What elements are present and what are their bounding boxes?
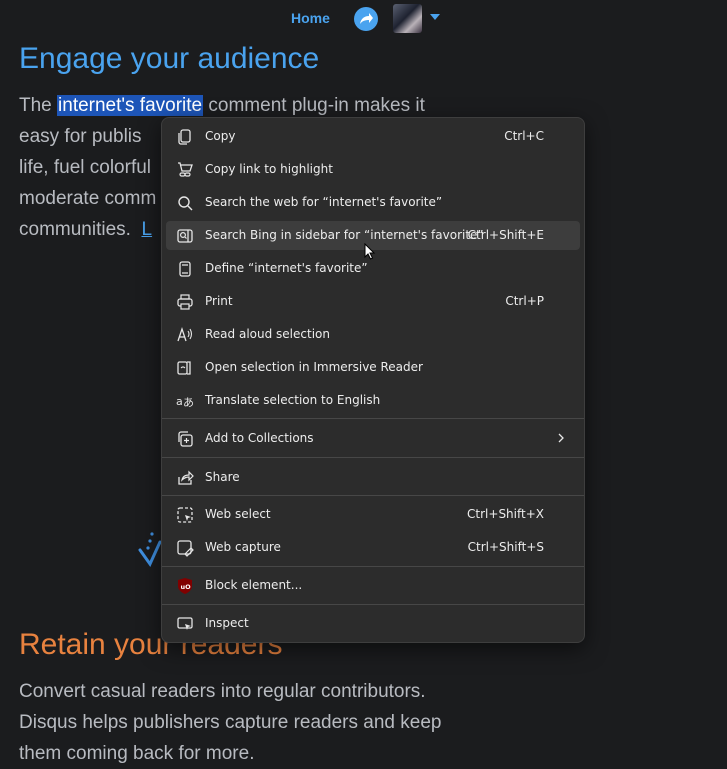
- sidebar-search-icon: [177, 229, 193, 243]
- menu-item-add-to-collections[interactable]: Add to Collections: [166, 424, 580, 453]
- menu-item-web-capture[interactable]: Web capture Ctrl+Shift+S: [166, 533, 580, 562]
- retain-paragraph: Convert casual readers into regular cont…: [19, 681, 442, 764]
- menu-item-label: Block element...: [205, 578, 303, 592]
- inspect-icon: [177, 617, 193, 630]
- web-capture-icon: [177, 540, 194, 557]
- search-icon: [178, 196, 193, 211]
- menu-item-shortcut: Ctrl+P: [505, 294, 544, 308]
- avatar[interactable]: [393, 4, 422, 33]
- menu-item-block-element[interactable]: uO Block element...: [166, 571, 580, 600]
- translate-icon: aあ: [176, 395, 194, 409]
- ublock-icon: uO: [178, 578, 192, 594]
- menu-item-label: Share: [205, 470, 240, 484]
- menu-item-label: Inspect: [205, 616, 249, 630]
- menu-separator: [162, 495, 584, 496]
- svg-text:uO: uO: [181, 583, 192, 591]
- immersive-reader-icon: [177, 361, 191, 375]
- menu-item-label: Define “internet's favorite”: [205, 261, 368, 275]
- menu-item-label: Print: [205, 294, 233, 308]
- menu-item-search-web[interactable]: Search the web for “internet's favorite”: [166, 188, 580, 217]
- para-text: life, fuel colorful: [19, 157, 152, 178]
- menu-item-share[interactable]: Share: [166, 463, 580, 492]
- printer-icon: [177, 294, 193, 310]
- menu-separator: [162, 566, 584, 567]
- collections-icon: [178, 431, 193, 447]
- menu-item-immersive-reader[interactable]: Open selection in Immersive Reader: [166, 353, 580, 382]
- menu-item-copy-link-highlight[interactable]: Copy link to highlight: [166, 155, 580, 184]
- menu-item-shortcut: Ctrl+Shift+S: [467, 540, 544, 554]
- learn-more-link[interactable]: L: [141, 219, 152, 240]
- context-menu: Copy Ctrl+C Copy link to highlight Searc…: [161, 117, 585, 643]
- menu-item-label: Copy link to highlight: [205, 162, 333, 176]
- menu-item-translate[interactable]: aあ Translate selection to English: [166, 386, 580, 415]
- para-text: communities.: [19, 219, 131, 240]
- menu-item-read-aloud[interactable]: Read aloud selection: [166, 320, 580, 349]
- menu-item-label: Search the web for “internet's favorite”: [205, 195, 443, 209]
- menu-separator: [162, 418, 584, 419]
- share-icon[interactable]: [354, 7, 378, 31]
- menu-item-label: Translate selection to English: [205, 393, 381, 407]
- nav-home-link[interactable]: Home: [291, 10, 330, 26]
- menu-separator: [162, 457, 584, 458]
- read-aloud-icon: [177, 326, 193, 342]
- top-nav: Home: [0, 0, 727, 36]
- svg-text:あ: あ: [183, 396, 194, 409]
- copy-icon: [178, 129, 191, 145]
- menu-item-label: Web select: [205, 507, 271, 521]
- menu-item-inspect[interactable]: Inspect: [166, 609, 580, 638]
- selected-text[interactable]: internet's favorite: [57, 95, 204, 116]
- menu-item-label: Search Bing in sidebar for “internet's f…: [205, 228, 484, 242]
- menu-item-label: Open selection in Immersive Reader: [205, 360, 423, 374]
- menu-item-label: Read aloud selection: [205, 327, 330, 341]
- menu-item-label: Add to Collections: [205, 431, 314, 445]
- menu-item-label: Copy: [205, 129, 236, 143]
- menu-item-shortcut: Ctrl+Shift+X: [467, 507, 544, 521]
- share-icon: [178, 470, 194, 485]
- page-heading-engage: Engage your audience: [19, 42, 320, 75]
- menu-item-shortcut: Ctrl+Shift+E: [467, 228, 544, 242]
- menu-item-shortcut: Ctrl+C: [504, 129, 544, 143]
- para-text: moderate comm: [19, 188, 157, 209]
- para-text: The: [19, 95, 58, 116]
- menu-item-label: Web capture: [205, 540, 281, 554]
- chevron-down-icon[interactable]: [430, 14, 440, 20]
- svg-text:a: a: [176, 395, 183, 408]
- menu-item-web-select[interactable]: Web select Ctrl+Shift+X: [166, 500, 580, 529]
- menu-item-print[interactable]: Print Ctrl+P: [166, 287, 580, 316]
- chevron-right-icon: [558, 433, 564, 443]
- book-icon: [179, 261, 191, 277]
- menu-separator: [162, 604, 584, 605]
- menu-item-copy[interactable]: Copy Ctrl+C: [166, 122, 580, 151]
- web-select-icon: [177, 507, 193, 523]
- link-highlight-icon: [178, 162, 193, 177]
- mouse-cursor-icon: [364, 243, 376, 260]
